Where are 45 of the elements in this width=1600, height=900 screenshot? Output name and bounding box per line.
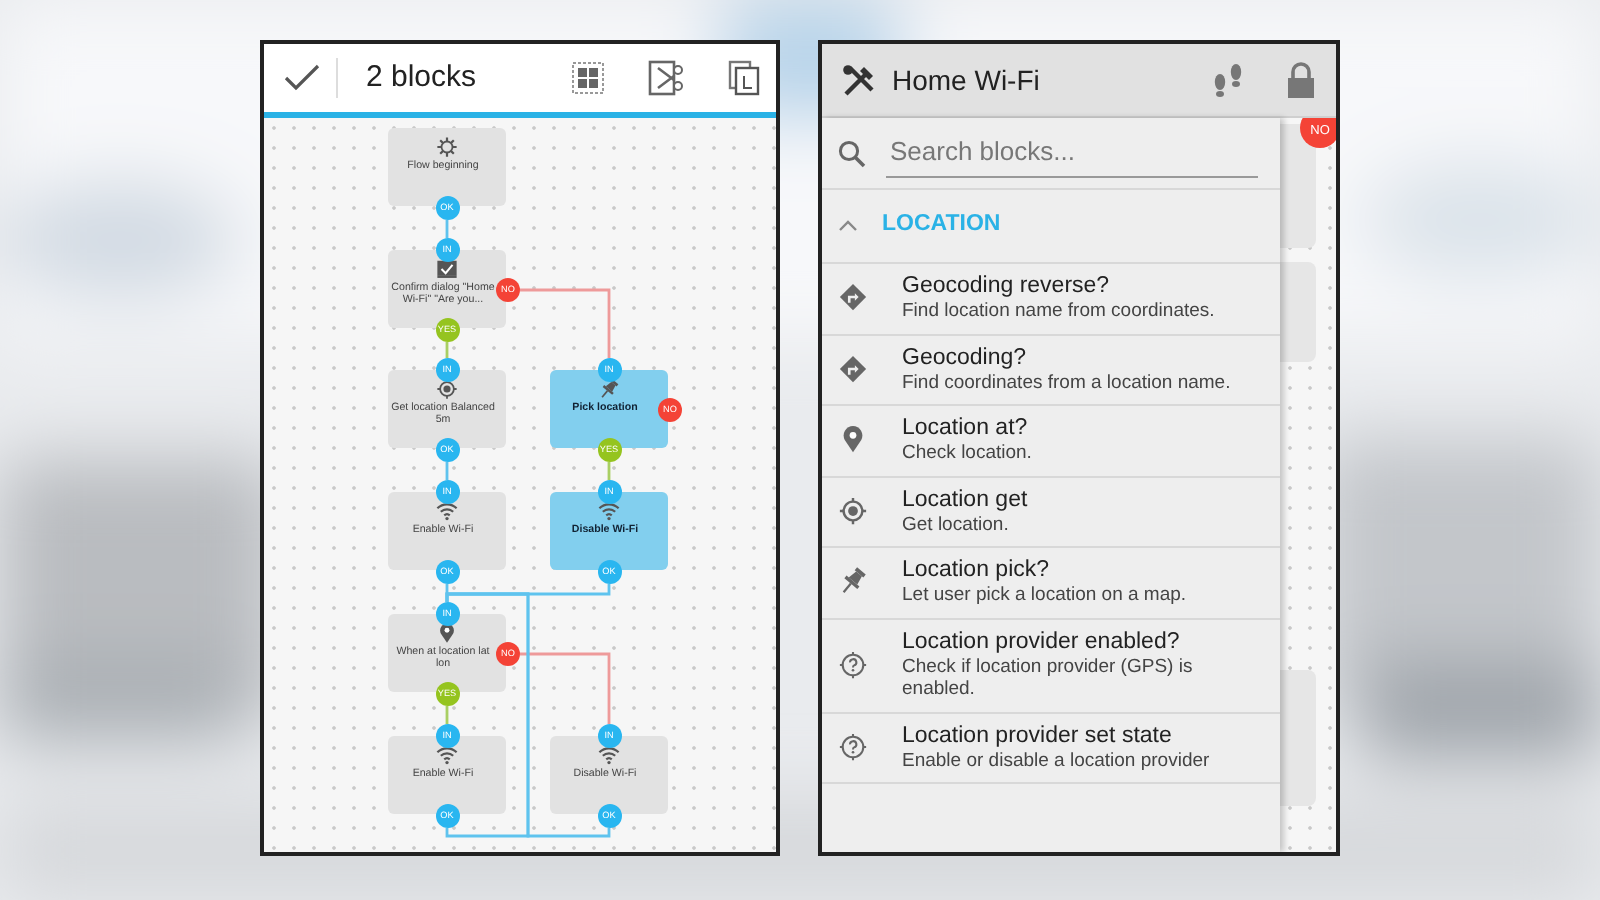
caret-icon[interactable] bbox=[838, 218, 858, 234]
tools-icon bbox=[842, 63, 876, 97]
wifi-icon bbox=[598, 500, 620, 522]
turn-sign-icon bbox=[838, 282, 868, 313]
item-title: Location at? bbox=[902, 414, 1030, 442]
item-description: Find location name from coordinates. bbox=[902, 300, 1215, 323]
item-title: Geocoding reverse? bbox=[902, 272, 1112, 300]
target-icon bbox=[436, 378, 458, 400]
grid-icon[interactable] bbox=[572, 62, 604, 94]
search-field[interactable]: Search blocks... bbox=[886, 128, 1258, 178]
selection-count: 2 blocks bbox=[366, 57, 477, 98]
lock-icon[interactable] bbox=[1286, 62, 1316, 98]
pushpin-icon bbox=[598, 378, 620, 400]
cut-icon[interactable] bbox=[648, 60, 684, 96]
item-title: Location get bbox=[902, 485, 1028, 513]
item-title: Location provider set state bbox=[902, 721, 1174, 749]
pushpin-icon bbox=[838, 566, 868, 597]
dialog-icon bbox=[436, 258, 458, 280]
flow-title: Home Wi-Fi bbox=[892, 61, 1040, 99]
item-description: Get location. bbox=[902, 513, 1011, 536]
item-description: Find coordinates from a location name. bbox=[902, 371, 1231, 394]
item-description: Check location. bbox=[902, 442, 1032, 465]
section-header[interactable]: LOCATION bbox=[882, 208, 1001, 244]
item-description: Check if location provider (GPS) is enabled. bbox=[902, 655, 1195, 701]
location-marker-icon bbox=[838, 424, 868, 455]
gear-icon bbox=[436, 136, 458, 158]
turn-sign-icon bbox=[838, 353, 868, 384]
check-icon[interactable] bbox=[284, 64, 320, 92]
block-list-item[interactable]: Geocoding? Find coordinates from a location name. bbox=[822, 335, 1280, 406]
wifi-icon bbox=[436, 500, 458, 522]
item-title: Geocoding? bbox=[902, 343, 1029, 371]
footprints-icon[interactable] bbox=[1210, 62, 1246, 98]
search-icon bbox=[838, 139, 866, 167]
item-description: Enable or disable a location provider bbox=[902, 749, 1210, 772]
target-icon bbox=[838, 495, 868, 526]
item-description: Let user pick a location on a map. bbox=[902, 584, 1187, 607]
question-target-icon bbox=[838, 731, 868, 762]
wifi-icon bbox=[436, 744, 458, 766]
connector-line bbox=[520, 288, 611, 358]
wifi-icon bbox=[598, 744, 620, 766]
copy-icon[interactable] bbox=[728, 60, 760, 96]
block-list-item[interactable]: Geocoding reverse? Find location name from coordinates. bbox=[822, 264, 1280, 335]
question-target-icon bbox=[838, 649, 868, 679]
item-title: Location provider enabled? bbox=[902, 627, 1182, 655]
item-title: Location pick? bbox=[902, 556, 1052, 584]
